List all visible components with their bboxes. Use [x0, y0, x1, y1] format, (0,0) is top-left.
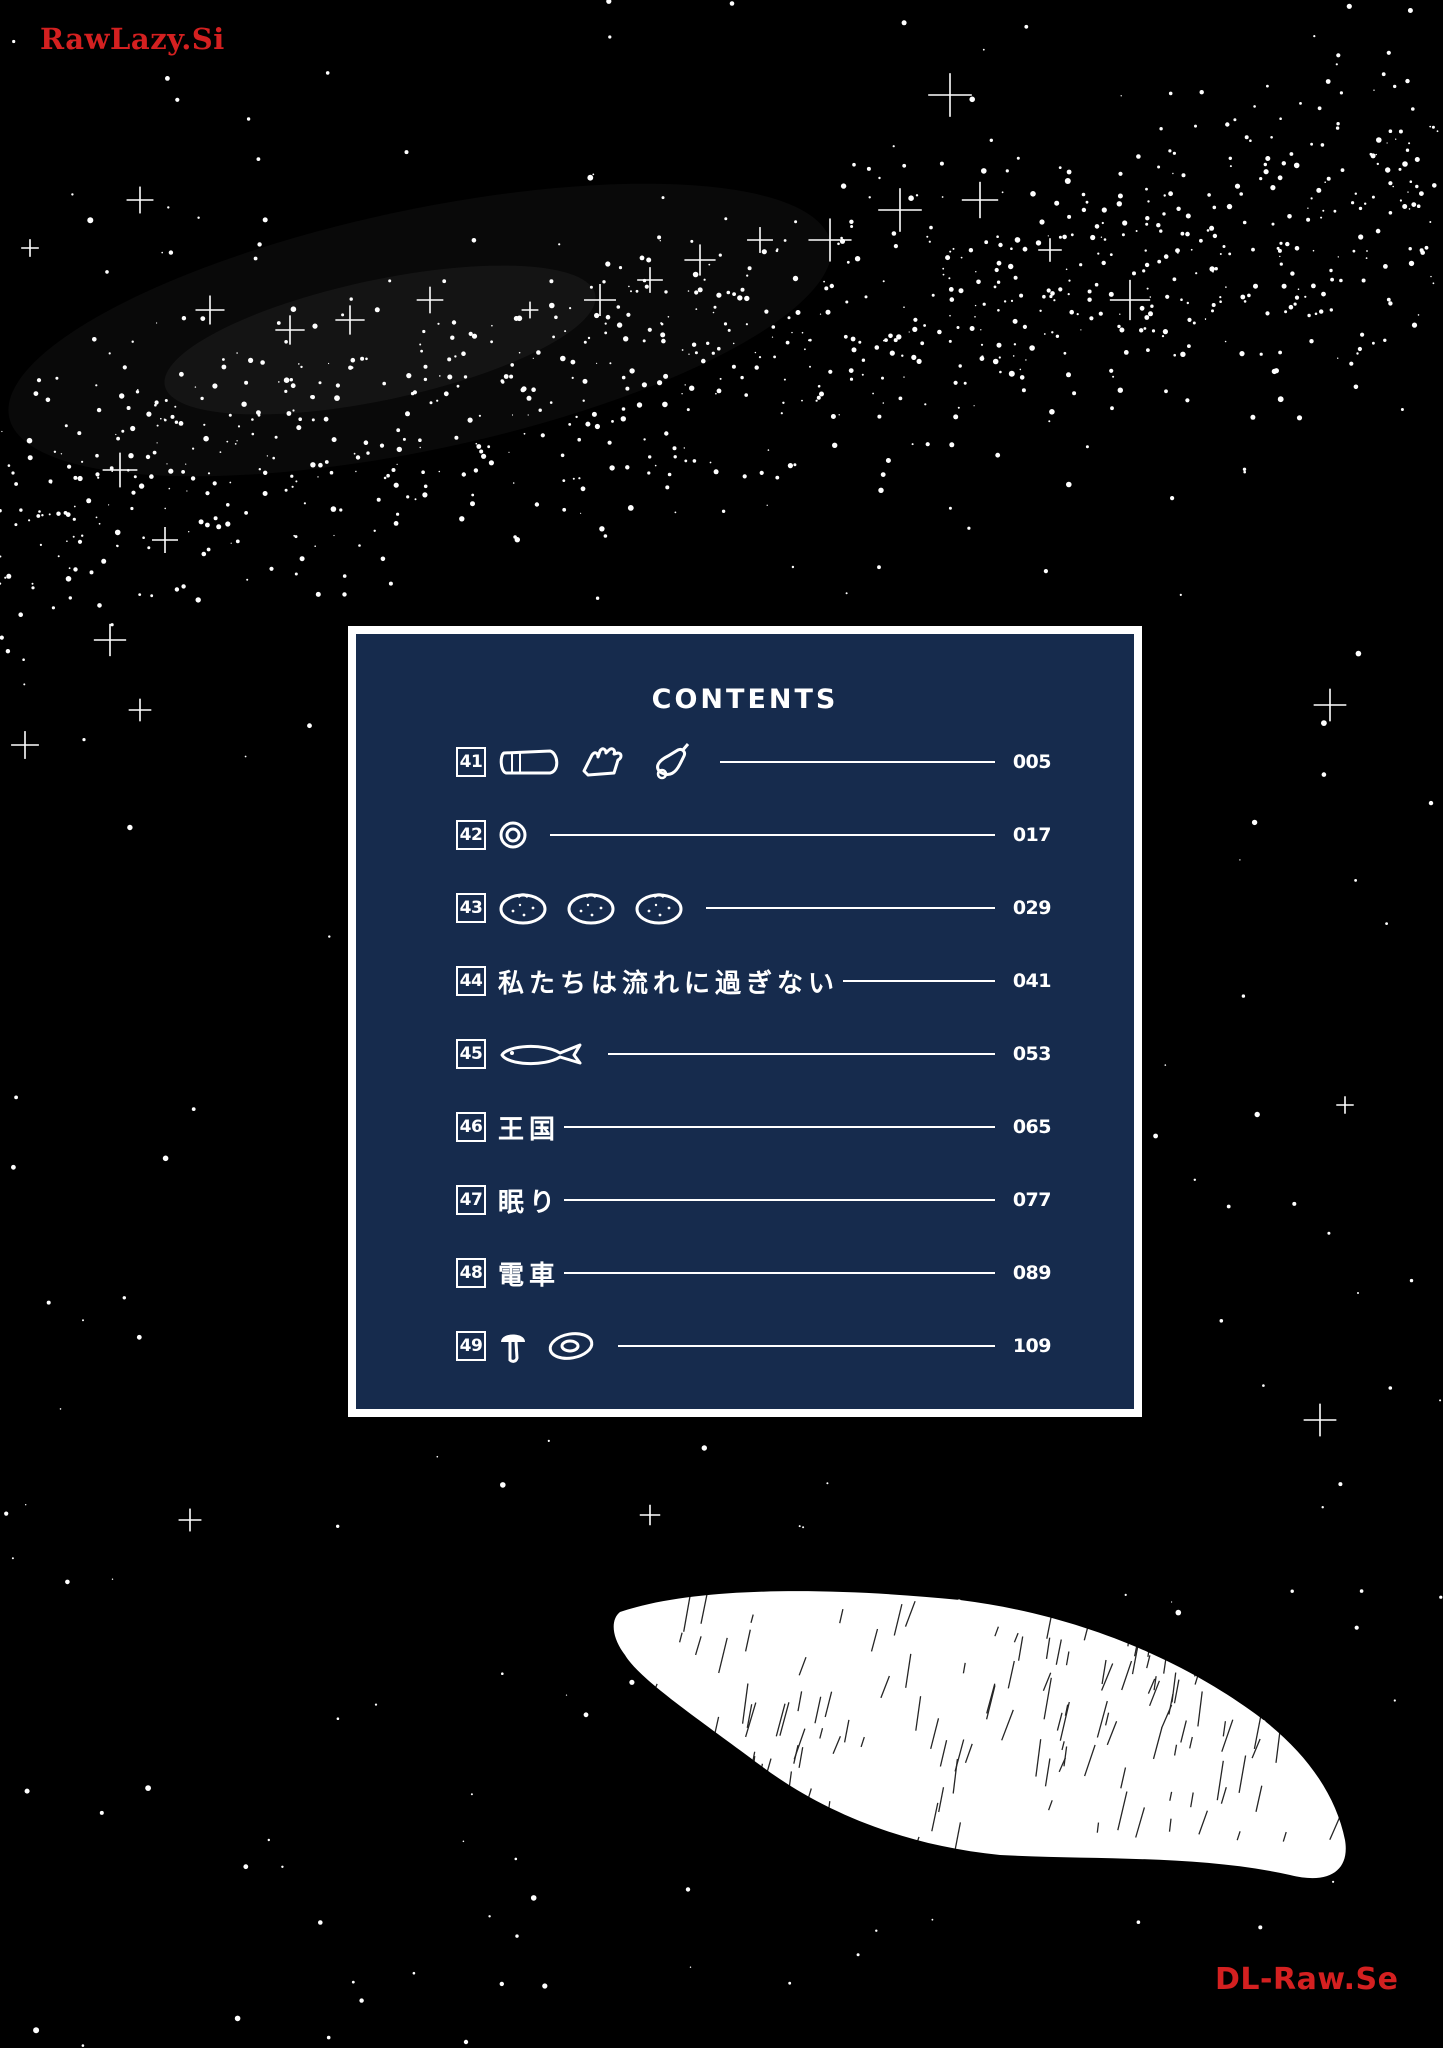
- page-number: 077: [1012, 1189, 1052, 1211]
- leader-line: [843, 980, 995, 982]
- toc-entry-47: 47 眠り 077: [456, 1182, 1052, 1219]
- leader-line: [564, 1272, 995, 1274]
- toc-entry-45: 45 053: [456, 1036, 1052, 1072]
- toc-entry-43: 43 029: [456, 890, 1052, 926]
- leader-line: [608, 1053, 995, 1055]
- chapter-title: 電車: [498, 1255, 560, 1292]
- toc-entry-42: 42 017: [456, 817, 1052, 853]
- leader-line: [564, 1126, 995, 1128]
- page-number: 017: [1012, 824, 1052, 846]
- page-number: 109: [1012, 1335, 1052, 1357]
- chapter-title-text: 眠り: [498, 1187, 561, 1218]
- chapter-title: 眠り: [498, 1182, 560, 1219]
- chapter-number: 43: [456, 893, 486, 923]
- bell-icon: [648, 742, 698, 782]
- chapter-title: 王国: [498, 1109, 560, 1146]
- watermark-top-left: RawLazy.Si: [40, 22, 225, 56]
- toc-entry-44: 44 私たちは流れに過ぎない 041: [456, 963, 1052, 1000]
- mushroom-icon: [498, 1328, 528, 1364]
- page-number: 065: [1012, 1116, 1052, 1138]
- chapter-title-text: 電車: [498, 1260, 561, 1291]
- chapter-title: [498, 1039, 604, 1069]
- leader-line: [706, 907, 995, 909]
- leader-line: [618, 1345, 995, 1347]
- tube-icon: [498, 745, 562, 779]
- chapter-number: 46: [456, 1112, 486, 1142]
- leader-line: [550, 834, 995, 836]
- egg-icon: [546, 1330, 596, 1362]
- page-number: 041: [1012, 970, 1052, 992]
- chapter-title: 私たちは流れに過ぎない: [498, 963, 839, 1000]
- page-number: 053: [1012, 1043, 1052, 1065]
- leader-line: [720, 761, 995, 763]
- tangerine-icon: [634, 891, 684, 925]
- page-number: 029: [1012, 897, 1052, 919]
- hand-icon: [580, 745, 630, 779]
- chapter-title-text: 私たちは流れに過ぎない: [498, 968, 840, 999]
- contents-heading: CONTENTS: [651, 684, 839, 715]
- double-circle-icon: [498, 820, 528, 850]
- contents-panel: CONTENTS 41 005 42 017 43 029 44 私たちは流れに過ぎない 041…: [348, 626, 1142, 1417]
- chapter-title: [498, 820, 546, 850]
- toc-entry-49: 49 109: [456, 1328, 1052, 1364]
- chapter-title: [498, 742, 716, 782]
- chapter-number: 45: [456, 1039, 486, 1069]
- chapter-number: 49: [456, 1331, 486, 1361]
- chapter-number: 44: [456, 966, 486, 996]
- chapter-number: 48: [456, 1258, 486, 1288]
- contents-panel-inner: CONTENTS 41 005 42 017 43 029 44 私たちは流れに過ぎない 041…: [356, 634, 1134, 1409]
- chapter-title: [498, 1328, 614, 1364]
- chapter-number: 42: [456, 820, 486, 850]
- page-number: 005: [1012, 751, 1052, 773]
- toc-entry-48: 48 電車 089: [456, 1255, 1052, 1292]
- watermark-bottom-right: DL-Raw.Se: [1215, 1962, 1399, 1997]
- fish-icon: [498, 1039, 586, 1069]
- tangerine-icon: [498, 891, 548, 925]
- chapter-title: [498, 891, 702, 925]
- leader-line: [564, 1199, 995, 1201]
- chapter-number: 41: [456, 747, 486, 777]
- page-number: 089: [1012, 1262, 1052, 1284]
- tangerine-icon: [566, 891, 616, 925]
- toc-entry-46: 46 王国 065: [456, 1109, 1052, 1146]
- chapter-title-text: 王国: [498, 1114, 561, 1145]
- chapter-number: 47: [456, 1185, 486, 1215]
- toc-entry-41: 41 005: [456, 742, 1052, 782]
